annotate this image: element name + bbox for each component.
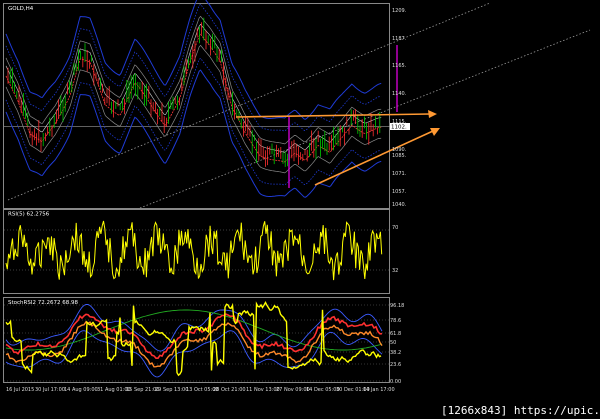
- time-label: 27 Nov 09:00: [276, 387, 310, 393]
- rsi-level-label: 70: [392, 225, 398, 231]
- chart-title: GOLD,H4: [8, 6, 34, 12]
- stoch-level-label: 0.00: [390, 379, 401, 385]
- stoch-level-label: 61.8: [390, 331, 401, 337]
- current-price-label: 1102.: [391, 125, 407, 131]
- rsi-title: RSI(5) 62.2756: [8, 212, 50, 218]
- stoch-level-label: 96.18: [390, 303, 404, 309]
- time-label: 14 Aug 09:00: [64, 387, 98, 393]
- rsi-level-label: 32: [392, 268, 398, 274]
- price-label: 1085.: [392, 153, 407, 159]
- stoch-level-label: 38.2: [390, 350, 401, 356]
- time-label: 14 Jan 17:00: [363, 387, 395, 393]
- stoch-level-label: 78.6: [390, 318, 401, 324]
- price-label: 1165.: [392, 63, 407, 69]
- time-axis: 16 Jul 2015 30 Jul 17:00 14 Aug 09:00 31 Au…: [6, 387, 395, 393]
- price-label: 1209.: [392, 8, 407, 14]
- price-label: 1187.: [392, 36, 407, 42]
- time-label: 30 Jul 17:00: [35, 387, 65, 393]
- price-label: 1040.: [392, 202, 407, 208]
- stoch-level-label: 50: [390, 340, 396, 346]
- time-label: 11 Nov 13:00: [246, 387, 280, 393]
- watermark: [1266x843] https://upic.me/: [441, 404, 600, 417]
- time-label: 28 Oct 21:00: [213, 387, 246, 393]
- price-label: 1140.: [392, 91, 407, 97]
- time-label: 14 Dec 05:00: [306, 387, 340, 393]
- stoch-level-label: 23.6: [390, 362, 401, 368]
- trading-chart[interactable]: GOLD,H4 RSI(5) 62.2756 StochRSI2 72.2672…: [0, 0, 600, 419]
- price-label: 1071.: [392, 171, 407, 177]
- time-label: 16 Jul 2015: [6, 387, 34, 393]
- price-label: 1057.: [392, 189, 407, 195]
- time-label: 29 Sep 13:00: [155, 387, 188, 393]
